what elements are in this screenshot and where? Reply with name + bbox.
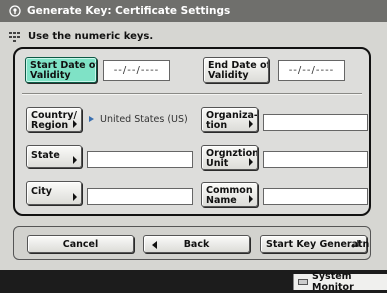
state-label: State [31,150,60,161]
divider [22,93,362,95]
screen: Generate Key: Certificate Settings Use t… [0,0,387,270]
start-date-label-2: Validity [30,70,71,81]
system-monitor-button[interactable]: System Monitor [293,271,387,293]
monitor-icon [298,279,308,285]
state-button[interactable]: State [26,145,82,168]
page-title: Generate Key: Certificate Settings [27,5,231,17]
end-date-value: --/--/---- [288,65,335,76]
org-unit-field[interactable] [263,151,368,168]
triangle-icon [89,116,94,122]
start-key-generation-button[interactable]: Start Key Generatn [260,235,369,253]
system-monitor-label: System Monitor [312,271,354,293]
right-arrow-icon [249,158,253,166]
city-button[interactable]: City [26,181,82,205]
country-label-2: Region [31,120,69,131]
common-name-label-2: Name [206,195,237,206]
title-bar: Generate Key: Certificate Settings [0,0,387,22]
instruction-text: Use the numeric keys. [28,31,154,42]
lock-key-icon [9,5,21,17]
keypad-icon [9,31,23,42]
right-arrow-icon [73,193,77,201]
right-arrow-icon [73,120,77,128]
cancel-button[interactable]: Cancel [27,235,134,253]
org-unit-button[interactable]: Orgnztion Unit [201,145,258,170]
left-arrow-icon [152,241,157,249]
right-arrow-icon [249,120,253,128]
back-button[interactable]: Back [143,235,250,253]
common-name-field[interactable] [263,188,368,205]
country-value-text: United States (US) [100,113,188,125]
end-date-field[interactable]: --/--/---- [278,60,345,81]
end-date-button[interactable]: End Date of Validity [203,57,269,83]
country-region-button[interactable]: Country/ Region [26,107,82,132]
cancel-label: Cancel [62,238,99,250]
back-label: Back [183,238,210,250]
organization-label-2: tion [206,120,228,131]
enter-icon [351,240,359,248]
organization-button[interactable]: Organiza- tion [201,107,258,132]
organization-field[interactable] [263,114,368,131]
common-name-button[interactable]: Common Name [201,182,258,207]
start-date-value: --/--/---- [113,65,160,76]
city-field[interactable] [87,188,193,205]
city-label: City [31,186,52,197]
country-value: United States (US) [89,113,188,125]
right-arrow-icon [249,195,253,203]
end-date-label-2: Validity [208,70,249,81]
start-date-field[interactable]: --/--/---- [103,60,170,81]
instruction: Use the numeric keys. [9,31,153,42]
start-date-button[interactable]: Start Date of Validity [25,57,97,83]
right-arrow-icon [73,156,77,164]
org-unit-label-2: Unit [206,158,229,169]
state-field[interactable] [87,151,193,168]
